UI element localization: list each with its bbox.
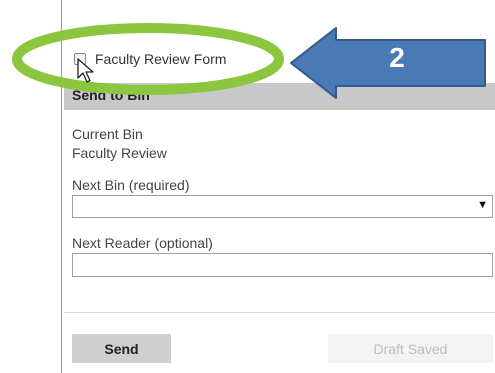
next-bin-label: Next Bin (required) bbox=[72, 177, 190, 193]
next-bin-select[interactable]: ▼ bbox=[72, 195, 493, 218]
actions-divider bbox=[64, 312, 495, 313]
current-bin-label: Current Bin bbox=[72, 126, 143, 142]
current-bin-value: Faculty Review bbox=[72, 145, 167, 161]
draft-saved-button[interactable]: Draft Saved bbox=[328, 334, 493, 363]
next-reader-label: Next Reader (optional) bbox=[72, 235, 213, 251]
review-form-screen: Send to Bin Faculty Review Form 2 Curren… bbox=[0, 0, 495, 373]
caret-down-icon[interactable]: ▼ bbox=[477, 199, 488, 211]
mouse-pointer-icon bbox=[77, 58, 94, 83]
send-button[interactable]: Send bbox=[72, 334, 171, 363]
next-reader-input[interactable] bbox=[72, 253, 493, 277]
highlight-ellipse bbox=[12, 23, 284, 95]
callout-step-number: 2 bbox=[389, 42, 405, 73]
